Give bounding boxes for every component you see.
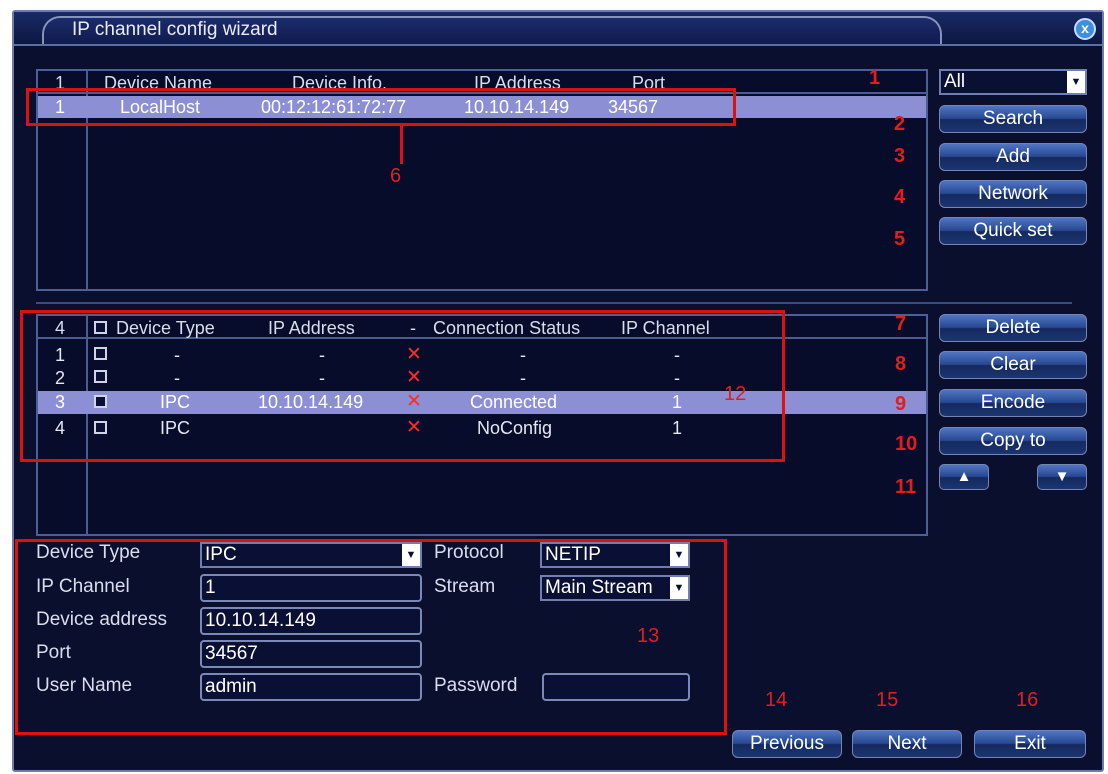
- add-button[interactable]: Add: [939, 143, 1087, 171]
- annotation-box-13: [15, 539, 727, 735]
- section-divider: [36, 302, 1072, 304]
- annotation-3: 3: [894, 145, 906, 167]
- move-up-button[interactable]: ▲: [939, 464, 989, 490]
- copy-to-button[interactable]: Copy to: [939, 427, 1087, 455]
- annotation-15: 15: [876, 689, 899, 711]
- annotation-box-12: [20, 310, 785, 462]
- annotation-16: 16: [1016, 689, 1039, 711]
- annotation-box-6: [26, 88, 736, 126]
- annotation-6: 6: [390, 165, 402, 187]
- window-title: IP channel config wizard: [72, 19, 278, 40]
- clear-button[interactable]: Clear: [939, 351, 1087, 379]
- encode-button[interactable]: Encode: [939, 389, 1087, 417]
- filter-select[interactable]: All ▼: [939, 69, 1087, 95]
- search-button[interactable]: Search: [939, 105, 1087, 133]
- annotation-4: 4: [894, 186, 906, 208]
- annotation-12: 12: [724, 383, 747, 405]
- annotation-13: 13: [637, 625, 660, 647]
- previous-button[interactable]: Previous: [732, 730, 842, 758]
- chevron-down-icon: ▼: [1067, 71, 1085, 93]
- filter-select-value: All: [944, 71, 966, 92]
- close-icon[interactable]: x: [1074, 18, 1096, 40]
- annotation-leader-6: [400, 126, 403, 164]
- next-button[interactable]: Next: [852, 730, 962, 758]
- annotation-5: 5: [894, 228, 906, 250]
- title-bar: IP channel config wizard x: [14, 12, 1102, 46]
- delete-button[interactable]: Delete: [939, 314, 1087, 342]
- annotation-14: 14: [765, 689, 788, 711]
- annotation-8: 8: [895, 353, 907, 375]
- network-button[interactable]: Network: [939, 180, 1087, 208]
- annotation-9: 9: [895, 393, 907, 415]
- exit-button[interactable]: Exit: [974, 730, 1086, 758]
- move-down-button[interactable]: ▼: [1037, 464, 1087, 490]
- annotation-11: 11: [895, 476, 917, 498]
- quick-set-button[interactable]: Quick set: [939, 217, 1087, 245]
- annotation-1: 1: [869, 67, 881, 89]
- annotation-7: 7: [895, 313, 907, 335]
- annotation-10: 10: [895, 433, 918, 455]
- annotation-2: 2: [894, 113, 906, 135]
